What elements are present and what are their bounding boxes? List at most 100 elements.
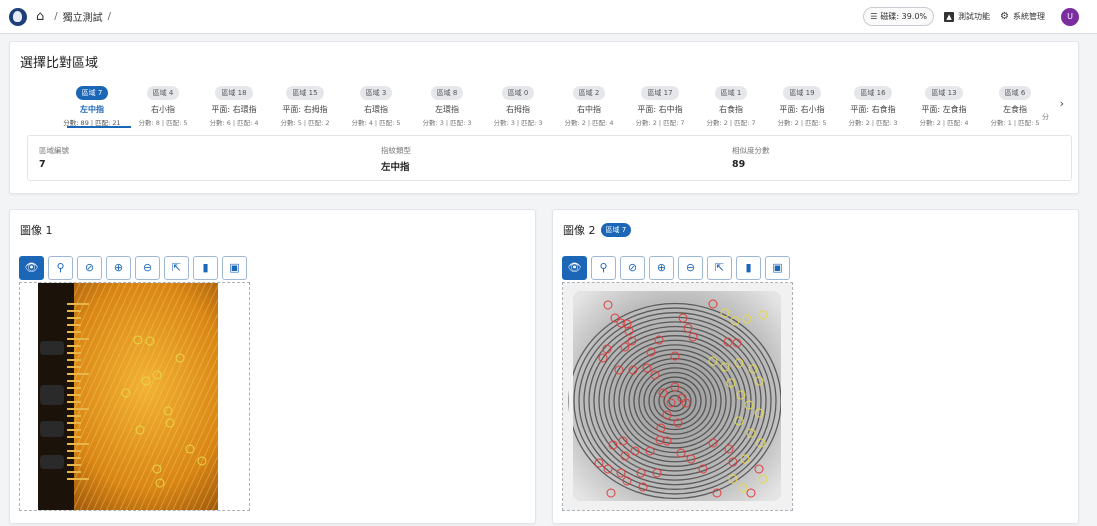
similarity-score-label: 相似度分數 bbox=[732, 146, 770, 155]
region-tab-name: 右食指 bbox=[719, 105, 743, 114]
region-tab[interactable]: 區域 8 左環指 分數: 3 | 匹配: 3 bbox=[412, 80, 482, 127]
breadcrumb-current[interactable]: 獨立測試 bbox=[63, 9, 103, 24]
region-chip: 區域 19 bbox=[783, 86, 821, 100]
region-tab[interactable]: 區域 6 左食指 分數: 1 | 匹配: 5 bbox=[980, 80, 1050, 127]
region-tab[interactable]: 區域 3 右環指 分數: 4 | 匹配: 5 bbox=[341, 80, 411, 127]
save-icon: ▣ bbox=[772, 261, 783, 274]
eye-off-button[interactable]: ⊘ bbox=[77, 256, 102, 280]
image1-title-text: 圖像 1 bbox=[20, 224, 53, 237]
system-admin-button[interactable]: ⚙ 系統管理 bbox=[1000, 11, 1045, 22]
fullscreen-button[interactable]: ⇱ bbox=[707, 256, 732, 280]
ruler-tick bbox=[67, 331, 81, 333]
region-tab[interactable]: 區域 13 平面: 左食指 分數: 2 | 匹配: 4 bbox=[909, 80, 979, 127]
ruler-tick bbox=[67, 352, 81, 354]
ruler-tick bbox=[67, 387, 81, 389]
region-tab-name: 平面: 左食指 bbox=[921, 105, 967, 114]
disk-status-pill[interactable]: ☰ 磁碟: 39.0% bbox=[863, 7, 935, 26]
image2-canvas[interactable] bbox=[562, 282, 793, 511]
region-tab[interactable]: 區域 7 左中指 分數: 89 | 匹配: 21 bbox=[57, 80, 127, 127]
ruler-tick bbox=[67, 422, 81, 424]
disk-status-text: 磁碟: 39.0% bbox=[880, 12, 928, 21]
test-feature-button[interactable]: ▲ 測試功能 bbox=[944, 11, 990, 22]
finger-type-field: 指紋類型 左中指 bbox=[381, 145, 411, 173]
system-admin-label: 系統管理 bbox=[1013, 12, 1045, 21]
ruler-tick bbox=[67, 436, 81, 438]
test-feature-label: 測試功能 bbox=[958, 12, 991, 21]
delete-icon: ▮ bbox=[745, 261, 752, 274]
ruler-tick bbox=[67, 401, 81, 403]
region-tab-meta: 分數: 8 | 匹配: 5 bbox=[138, 119, 188, 127]
ruler-tick bbox=[67, 450, 81, 452]
region-tab[interactable]: 區域 0 右拇指 分數: 3 | 匹配: 3 bbox=[483, 80, 553, 127]
zoom-in-button[interactable]: ⊕ bbox=[649, 256, 674, 280]
save-button[interactable]: ▣ bbox=[222, 256, 247, 280]
region-tab-name: 右拇指 bbox=[506, 105, 530, 114]
region-tab[interactable]: 區域 4 右小指 分數: 8 | 匹配: 5 bbox=[128, 80, 198, 127]
ruler-tick bbox=[67, 429, 81, 431]
image2-toolbar: 👁 ⚲ ⊘ ⊕ ⊖ ⇱ ▮ ▣ bbox=[562, 256, 790, 280]
image1-card: 圖像 1 👁 ⚲ ⊘ ⊕ ⊖ ⇱ ▮ ▣ bbox=[9, 209, 536, 524]
fullscreen-icon: ⇱ bbox=[714, 261, 725, 274]
save-button[interactable]: ▣ bbox=[765, 256, 790, 280]
image1-canvas[interactable] bbox=[19, 282, 250, 511]
region-tab[interactable]: 區域 15 平面: 右拇指 分數: 5 | 匹配: 2 bbox=[270, 80, 340, 127]
similarity-score-value: 89 bbox=[732, 159, 746, 170]
fullscreen-button[interactable]: ⇱ bbox=[164, 256, 189, 280]
region-tab[interactable]: 區域 18 平面: 右環指 分數: 6 | 匹配: 4 bbox=[199, 80, 269, 127]
eye-button[interactable]: 👁 bbox=[562, 256, 587, 280]
zoom-region-icon: ⚲ bbox=[599, 261, 608, 274]
region-chip: 區域 15 bbox=[286, 86, 324, 100]
ruler-tick bbox=[67, 366, 81, 368]
save-icon: ▣ bbox=[229, 261, 240, 274]
region-tab[interactable]: 區域 1 右食指 分數: 2 | 匹配: 7 bbox=[696, 80, 766, 127]
region-number-value: 7 bbox=[39, 159, 46, 170]
image2-card: 圖像 2 區域 7 👁 ⚲ ⊘ ⊕ ⊖ ⇱ ▮ ▣ bbox=[552, 209, 1079, 524]
ruler-block bbox=[40, 455, 64, 469]
app-logo-icon[interactable] bbox=[9, 8, 27, 26]
ruler-block bbox=[40, 385, 64, 405]
region-tab-meta: 分數: 2 | 匹配: 7 bbox=[635, 119, 685, 127]
delete-icon: ▮ bbox=[202, 261, 209, 274]
region-tab-meta: 分數: 4 | 匹配: 5 bbox=[351, 119, 401, 127]
region-chip: 區域 18 bbox=[215, 86, 253, 100]
region-chip: 區域 13 bbox=[925, 86, 963, 100]
zoom-region-button[interactable]: ⚲ bbox=[591, 256, 616, 280]
similarity-score-field: 相似度分數 89 bbox=[732, 145, 770, 170]
region-tab[interactable]: 區域 2 右中指 分數: 2 | 匹配: 4 bbox=[554, 80, 624, 127]
zoom-in-button[interactable]: ⊕ bbox=[106, 256, 131, 280]
avatar[interactable]: U bbox=[1061, 7, 1079, 26]
region-tab-meta: 分數: 1 | 匹配: 5 bbox=[990, 119, 1040, 127]
delete-button[interactable]: ▮ bbox=[736, 256, 761, 280]
region-chip: 區域 7 bbox=[75, 86, 109, 100]
delete-button[interactable]: ▮ bbox=[193, 256, 218, 280]
region-tab[interactable]: 區域 16 平面: 右食指 分數: 2 | 匹配: 3 bbox=[838, 80, 908, 127]
region-tab[interactable]: 區域 17 平面: 右中指 分數: 2 | 匹配: 7 bbox=[625, 80, 695, 127]
breadcrumb: ⌂ / 獨立測試 / bbox=[36, 9, 116, 24]
eye-button[interactable]: 👁 bbox=[19, 256, 44, 280]
zoom-region-button[interactable]: ⚲ bbox=[48, 256, 73, 280]
region-tab-name: 左環指 bbox=[435, 105, 459, 114]
eye-off-button[interactable]: ⊘ bbox=[620, 256, 645, 280]
chevron-right-icon[interactable]: › bbox=[1060, 97, 1064, 110]
region-tab-name: 平面: 右食指 bbox=[850, 105, 896, 114]
home-icon[interactable]: ⌂ bbox=[36, 9, 44, 24]
region-tab-name: 右小指 bbox=[151, 105, 175, 114]
zoom-region-icon: ⚲ bbox=[56, 261, 65, 274]
region-tab-meta: 分數: 5 | 匹配: 2 bbox=[280, 119, 330, 127]
zoom-out-icon: ⊖ bbox=[685, 261, 696, 274]
zoom-out-button[interactable]: ⊖ bbox=[135, 256, 160, 280]
ruler-tick bbox=[67, 359, 81, 361]
region-tab-meta: 分數: 2 | 匹配: 3 bbox=[848, 119, 898, 127]
region-chip: 區域 6 bbox=[998, 86, 1032, 100]
region-selection-title: 選擇比對區域 bbox=[20, 56, 99, 71]
region-tab-name: 平面: 右拇指 bbox=[282, 105, 328, 114]
region-tab-name: 左中指 bbox=[80, 105, 104, 114]
region-tab[interactable]: 區域 19 平面: 右小指 分數: 2 | 匹配: 5 bbox=[767, 80, 837, 127]
region-tab-meta: 分數: 2 | 匹配: 7 bbox=[706, 119, 756, 127]
region-tab-meta: 分數: 3 | 匹配: 3 bbox=[422, 119, 472, 127]
disk-icon: ☰ bbox=[870, 12, 878, 21]
zoom-out-button[interactable]: ⊖ bbox=[678, 256, 703, 280]
ruler-tick bbox=[67, 471, 81, 473]
region-selection-card: 選擇比對區域 區域 7 左中指 分數: 89 | 匹配: 21 區域 4 右小指 分數: … bbox=[9, 41, 1079, 194]
admin-gear-icon: ⚙ bbox=[1000, 11, 1009, 22]
